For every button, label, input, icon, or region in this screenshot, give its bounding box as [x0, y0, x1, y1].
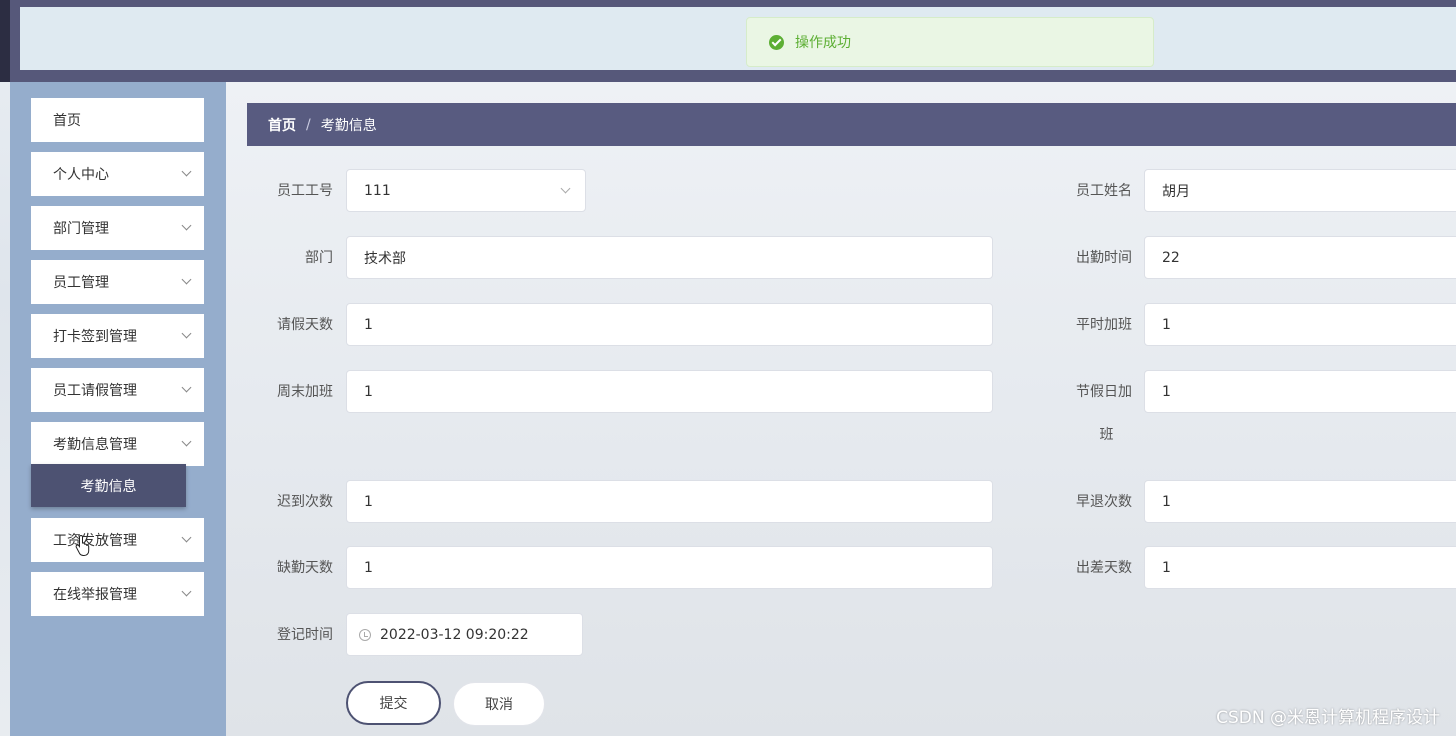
cancel-button[interactable]: 取消 [453, 682, 545, 726]
left-edge [0, 0, 10, 82]
chevron-down-icon [181, 166, 192, 177]
weekday-overtime-field[interactable]: 1 [1144, 303, 1456, 346]
submit-button[interactable]: 提交 [346, 681, 441, 725]
sidebar-item-department[interactable]: 部门管理 [31, 206, 204, 250]
sidebar-item-label: 在线举报管理 [53, 587, 137, 603]
sidebar-item-leave[interactable]: 员工请假管理 [31, 368, 204, 412]
chevron-down-icon [181, 220, 192, 231]
attendance-time-value: 22 [1162, 249, 1180, 266]
chevron-down-icon [181, 532, 192, 543]
weekday-overtime-label: 平时加班 [1076, 317, 1132, 333]
chevron-down-icon [560, 183, 571, 194]
register-time-label: 登记时间 [277, 627, 333, 643]
check-circle-icon [769, 34, 784, 50]
chevron-down-icon [181, 328, 192, 339]
holiday-overtime-field[interactable]: 1 [1144, 370, 1456, 413]
sidebar-item-attendance[interactable]: 考勤信息管理 [31, 422, 204, 466]
weekday-overtime-value: 1 [1162, 316, 1171, 333]
employee-name-label: 员工姓名 [1076, 183, 1132, 199]
toast-message: 操作成功 [795, 35, 851, 51]
employee-id-select[interactable]: 111 [346, 169, 586, 212]
employee-name-field[interactable]: 胡月 [1144, 169, 1456, 212]
absent-days-field[interactable]: 1 [346, 546, 993, 589]
sidebar-item-home[interactable]: 首页 [31, 98, 204, 142]
hand-cursor-icon [75, 534, 90, 556]
department-value: 技术部 [364, 250, 406, 267]
weekend-overtime-value: 1 [364, 383, 373, 400]
chevron-down-icon [181, 436, 192, 447]
employee-name-value: 胡月 [1162, 183, 1190, 200]
holiday-overtime-label: 节假日加 [1076, 384, 1132, 400]
holiday-overtime-label-wrap: 班 [1099, 427, 1114, 443]
chevron-down-icon [181, 586, 192, 597]
sidebar: 首页 个人中心 部门管理 员工管理 打卡签到管理 员工请假管理 考勤信息管理 考… [10, 82, 226, 736]
sidebar-subitem-label: 考勤信息 [80, 478, 137, 495]
leave-days-field[interactable]: 1 [346, 303, 993, 346]
sidebar-item-label: 打卡签到管理 [53, 329, 137, 345]
early-leave-value: 1 [1162, 493, 1171, 510]
main-content: 首页 / 考勤信息 员工工号 111 员工姓名 胡月 部门 技术部 出勤时间 2… [226, 82, 1456, 736]
breadcrumb-current: 考勤信息 [320, 117, 377, 134]
leave-days-label: 请假天数 [277, 317, 333, 333]
success-toast: 操作成功 [746, 17, 1154, 67]
early-leave-label: 早退次数 [1076, 494, 1132, 510]
sidebar-item-report[interactable]: 在线举报管理 [31, 572, 204, 616]
sidebar-item-personal-center[interactable]: 个人中心 [31, 152, 204, 196]
clock-icon [359, 628, 371, 641]
header-bar [20, 7, 1456, 70]
watermark: CSDN @米恩计算机程序设计 [1216, 708, 1440, 728]
absent-days-label: 缺勤天数 [277, 560, 333, 576]
employee-id-value: 111 [364, 182, 391, 199]
sidebar-item-label: 部门管理 [53, 221, 109, 237]
late-count-field[interactable]: 1 [346, 480, 993, 523]
sidebar-subitem-attendance-info[interactable]: 考勤信息 [31, 464, 186, 507]
weekend-overtime-label: 周末加班 [277, 384, 333, 400]
business-trip-value: 1 [1162, 559, 1171, 576]
holiday-overtime-value: 1 [1162, 383, 1171, 400]
sidebar-item-label: 员工请假管理 [53, 383, 137, 399]
business-trip-field[interactable]: 1 [1144, 546, 1456, 589]
sidebar-item-checkin[interactable]: 打卡签到管理 [31, 314, 204, 358]
sidebar-item-employee[interactable]: 员工管理 [31, 260, 204, 304]
leave-days-value: 1 [364, 316, 373, 333]
register-time-picker[interactable]: 2022-03-12 09:20:22 [346, 613, 583, 656]
weekend-overtime-field[interactable]: 1 [346, 370, 993, 413]
breadcrumb: 首页 / 考勤信息 [247, 103, 1456, 146]
register-time-value: 2022-03-12 09:20:22 [380, 626, 529, 643]
late-count-value: 1 [364, 493, 373, 510]
sidebar-item-label: 考勤信息管理 [53, 437, 137, 453]
early-leave-field[interactable]: 1 [1144, 480, 1456, 523]
breadcrumb-separator: / [306, 116, 311, 133]
sidebar-item-label: 工资发放管理 [53, 533, 137, 549]
chevron-down-icon [181, 274, 192, 285]
attendance-time-field[interactable]: 22 [1144, 236, 1456, 279]
business-trip-label: 出差天数 [1076, 560, 1132, 576]
sidebar-item-label: 员工管理 [53, 275, 109, 291]
department-label: 部门 [305, 250, 333, 266]
sidebar-item-label: 首页 [53, 113, 81, 129]
absent-days-value: 1 [364, 559, 373, 576]
sidebar-item-label: 个人中心 [53, 167, 109, 183]
breadcrumb-home[interactable]: 首页 [268, 115, 296, 135]
chevron-down-icon [181, 382, 192, 393]
late-count-label: 迟到次数 [277, 494, 333, 510]
attendance-time-label: 出勤时间 [1076, 250, 1132, 266]
employee-id-label: 员工工号 [277, 183, 333, 199]
department-field[interactable]: 技术部 [346, 236, 993, 279]
sidebar-item-salary[interactable]: 工资发放管理 [31, 518, 204, 562]
